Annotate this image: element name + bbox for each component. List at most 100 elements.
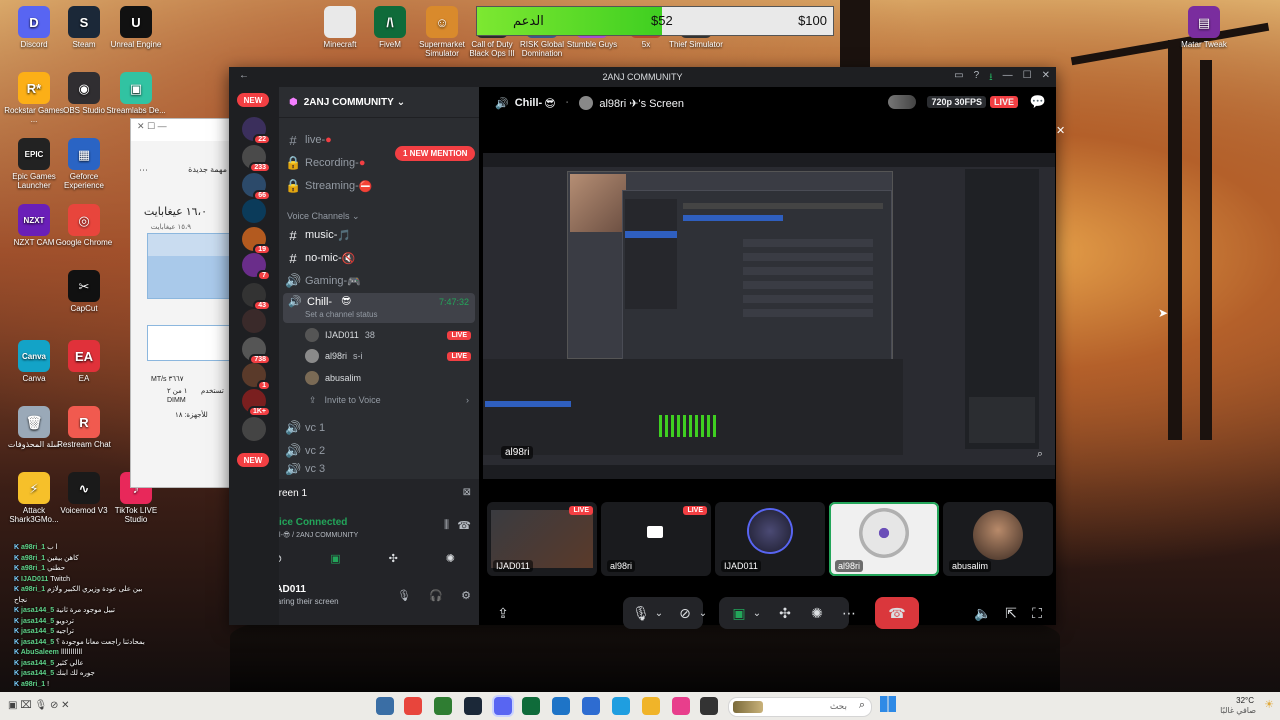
task-manager-window[interactable]: ✕ ☐ — ⋯ مهمة جديدة ١٦،٠ عيغابايت ١٥،٩ عي… xyxy=(130,118,232,488)
channel-live[interactable]: # live- ● xyxy=(285,130,473,150)
inbox-icon[interactable]: ▭ xyxy=(954,70,963,87)
participant-tile[interactable]: abusalim xyxy=(943,502,1053,576)
new-unreads-pill-bottom[interactable]: NEW xyxy=(237,453,269,467)
steam-icon[interactable] xyxy=(464,697,482,715)
weather-desc[interactable]: صافي غالبًا xyxy=(1220,706,1256,715)
server-icon[interactable]: 233 xyxy=(242,145,271,173)
edge-icon[interactable] xyxy=(612,697,630,715)
voice-user-ijad011[interactable]: IJAD011 38 LIVE xyxy=(305,326,473,344)
server-header[interactable]: ⬢ 2ANJ COMMUNITY ⌄ xyxy=(279,87,479,118)
discord-icon[interactable] xyxy=(494,697,512,715)
chevron-down-icon[interactable]: ⌄ xyxy=(749,597,765,629)
chat-icon[interactable]: 💬 xyxy=(1030,94,1046,110)
voice-connected-sub[interactable]: Chill-😎 / 2ANJ COMMUNITY xyxy=(279,531,358,539)
invite-to-voice[interactable]: ⇪ Invite to Voice › xyxy=(305,391,473,409)
activities-icon[interactable]: ✣ xyxy=(773,597,797,629)
hang-up-icon[interactable]: ☎ xyxy=(875,597,919,629)
taskbar-search-box[interactable]: بحث ⌕ xyxy=(728,697,872,717)
weather-temp[interactable]: 32°C xyxy=(1236,696,1254,705)
server-icon[interactable]: 22 xyxy=(242,117,271,145)
voice-channel-vc3[interactable]: 🔊 vc 3 xyxy=(285,463,473,475)
participant-tile[interactable]: LIVE IJAD011 xyxy=(487,502,597,576)
voice-channel-gaming[interactable]: 🔊 Gaming- 🎮 xyxy=(285,271,473,291)
xbox-icon[interactable] xyxy=(434,697,452,715)
microphone-icon[interactable]: 🎙 xyxy=(397,589,411,602)
desktop-icon[interactable]: EA EA xyxy=(53,340,115,383)
store-icon[interactable] xyxy=(552,697,570,715)
voice-channel-vc1[interactable]: 🔊 vc 1 xyxy=(285,418,473,438)
desktop-icon[interactable]: ▤ Matar Tweak xyxy=(1173,6,1235,49)
server-icon[interactable] xyxy=(242,309,266,333)
noise-suppression-icon[interactable]: ⫼ xyxy=(444,519,449,532)
chrome-icon[interactable] xyxy=(404,697,422,715)
new-task-button[interactable]: مهمة جديدة xyxy=(188,165,227,174)
desktop-icon[interactable]: R Restream Chat xyxy=(53,406,115,449)
desktop-icon[interactable]: ✂ CapCut xyxy=(53,270,115,313)
voice-category-label[interactable]: Voice Channels ⌄ xyxy=(287,211,360,222)
screen-share-icon[interactable]: ▣ xyxy=(727,597,751,629)
system-tray-icons[interactable]: ▣ ⌧ 🎙 ⊘ ✕ xyxy=(8,700,70,711)
chevron-down-icon[interactable]: ⌄ xyxy=(651,597,667,629)
viewer-avatars[interactable] xyxy=(888,95,916,109)
voice-user-al98ri[interactable]: al98ri s-i LIVE xyxy=(305,347,473,365)
new-unreads-pill-top[interactable]: NEW xyxy=(237,93,269,107)
microphone-icon[interactable]: 🎙 xyxy=(629,597,653,629)
server-icon[interactable]: 19 xyxy=(242,227,271,255)
volume-icon[interactable]: 🔈 xyxy=(971,597,995,629)
disconnect-icon[interactable]: ☎ xyxy=(457,519,471,532)
server-icon[interactable]: 738 xyxy=(242,337,271,365)
activities-icon[interactable]: ✣ xyxy=(389,552,398,565)
gear-icon[interactable]: ⚙ xyxy=(461,589,471,602)
voice-user-abusalim[interactable]: abusalim xyxy=(305,369,473,387)
channel-streaming[interactable]: 🔒 Streaming- ⛔ xyxy=(285,176,473,196)
soundboard-icon[interactable]: ✺ xyxy=(446,552,455,565)
fivem-icon[interactable] xyxy=(522,697,540,715)
server-icon[interactable]: 1K+ xyxy=(242,389,271,417)
stop-share-icon[interactable]: ⊠ xyxy=(463,487,471,498)
participant-tile[interactable]: LIVE al98ri xyxy=(601,502,711,576)
server-icon[interactable]: 7 xyxy=(242,253,271,281)
active-voice-channel[interactable]: 🔊 Chill- 😎 7:47:32 Set a channel status xyxy=(283,293,475,323)
terminal-icon[interactable] xyxy=(700,697,718,715)
task-menu-icon[interactable]: ⋯ xyxy=(139,165,148,176)
desktop-icon[interactable]: ◎ Google Chrome xyxy=(53,204,115,247)
participant-tile[interactable]: IJAD011 xyxy=(715,502,825,576)
camera-off-icon[interactable]: ⊘ xyxy=(673,597,697,629)
desktop-icon[interactable]: U Unreal Engine xyxy=(105,6,167,49)
voice-channel-vc2[interactable]: 🔊 vc 2 xyxy=(285,441,473,461)
file-explorer-icon[interactable] xyxy=(376,697,394,715)
voice-channel-music[interactable]: # music- 🎵 xyxy=(285,225,473,245)
server-icon[interactable]: 66 xyxy=(242,173,271,201)
invite-people-icon[interactable]: ⇪ xyxy=(491,597,515,629)
pop-out-icon[interactable]: ⇱ xyxy=(999,597,1023,629)
zoom-icon[interactable]: ⌕ xyxy=(1037,448,1043,461)
headphones-icon[interactable]: 🎧 xyxy=(429,589,443,602)
copilot-icon[interactable] xyxy=(672,697,690,715)
mail-icon[interactable] xyxy=(582,697,600,715)
folder-icon[interactable] xyxy=(642,697,660,715)
channel-recording[interactable]: 🔒 Recording- ● xyxy=(285,153,473,173)
maximize-button[interactable]: ☐ xyxy=(1023,70,1032,87)
back-icon[interactable]: ← xyxy=(239,70,249,81)
floating-close-icon[interactable]: ✕ xyxy=(1056,124,1065,137)
download-icon[interactable]: ⭳ xyxy=(989,70,993,87)
soundboard-icon[interactable]: ✺ xyxy=(805,597,829,629)
server-icon[interactable]: 1 xyxy=(242,363,271,391)
fullscreen-icon[interactable]: ⛶ xyxy=(1025,597,1049,629)
participant-tile[interactable]: al98ri xyxy=(829,502,939,576)
close-button[interactable]: ✕ xyxy=(1042,70,1050,87)
voice-connected-label[interactable]: Voice Connected xyxy=(279,517,347,528)
server-icon[interactable]: 43 xyxy=(242,283,271,311)
more-options-icon[interactable]: ⋯ xyxy=(837,597,861,629)
server-icon[interactable] xyxy=(242,417,266,441)
main-screen-share[interactable]: al98ri ⌕ xyxy=(483,153,1055,479)
windows-start-icon[interactable] xyxy=(880,696,896,712)
desktop-icon[interactable]: ▦ Geforce Experience xyxy=(53,138,115,190)
chevron-down-icon[interactable]: ⌄ xyxy=(695,597,711,629)
channel-status-input[interactable]: Set a channel status xyxy=(305,310,378,319)
screen-share-panel[interactable]: Screen 1 ⊠ xyxy=(279,479,479,509)
desktop-icon[interactable]: ▣ Streamlabs De... xyxy=(105,72,167,115)
minimize-button[interactable]: — xyxy=(1003,70,1013,87)
server-icon[interactable] xyxy=(242,199,266,223)
voice-channel-no-mic[interactable]: # no-mic- 🔇 xyxy=(285,248,473,268)
